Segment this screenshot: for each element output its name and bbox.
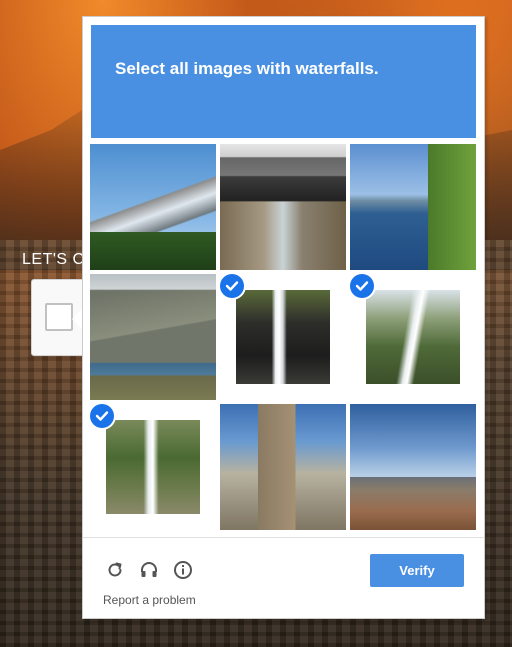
tile-image-waterfall-rocky xyxy=(106,420,200,514)
tile-image-bridge-stream xyxy=(220,144,346,270)
selected-check-icon xyxy=(90,404,114,428)
tile-image-mountain-valley xyxy=(350,404,476,530)
image-tile-4[interactable] xyxy=(90,274,216,400)
image-tile-9[interactable] xyxy=(350,404,476,530)
report-problem-link[interactable]: Report a problem xyxy=(103,593,196,607)
tile-image-mountain-forest xyxy=(90,144,216,270)
image-tile-8[interactable] xyxy=(220,404,346,530)
reload-icon[interactable] xyxy=(104,559,126,581)
tile-image-waterfall-green xyxy=(366,290,460,384)
verify-button[interactable]: Verify xyxy=(370,554,464,587)
image-tile-6[interactable] xyxy=(350,274,476,400)
tile-image-coastal-hills xyxy=(90,274,216,400)
footer-divider xyxy=(83,537,484,538)
image-tile-2[interactable] xyxy=(220,144,346,270)
selected-check-icon xyxy=(220,274,244,298)
challenge-instruction: Select all images with waterfalls. xyxy=(115,59,379,78)
selected-check-icon xyxy=(350,274,374,298)
background-heading: LET'S C xyxy=(22,251,85,268)
challenge-instruction-banner: Select all images with waterfalls. xyxy=(91,25,476,138)
image-tile-3[interactable] xyxy=(350,144,476,270)
headphones-icon[interactable] xyxy=(138,559,160,581)
tile-image-river-lake xyxy=(350,144,476,270)
tile-image-waterfall-cliff xyxy=(236,290,330,384)
image-tile-7[interactable] xyxy=(90,404,216,530)
recaptcha-checkbox[interactable] xyxy=(45,303,73,331)
image-tile-1[interactable] xyxy=(90,144,216,270)
info-icon[interactable] xyxy=(172,559,194,581)
captcha-challenge-popup: Select all images with waterfalls. Repor… xyxy=(82,16,485,619)
image-tile-5[interactable] xyxy=(220,274,346,400)
image-grid xyxy=(90,144,477,531)
tile-image-castle-ruin xyxy=(220,404,346,530)
